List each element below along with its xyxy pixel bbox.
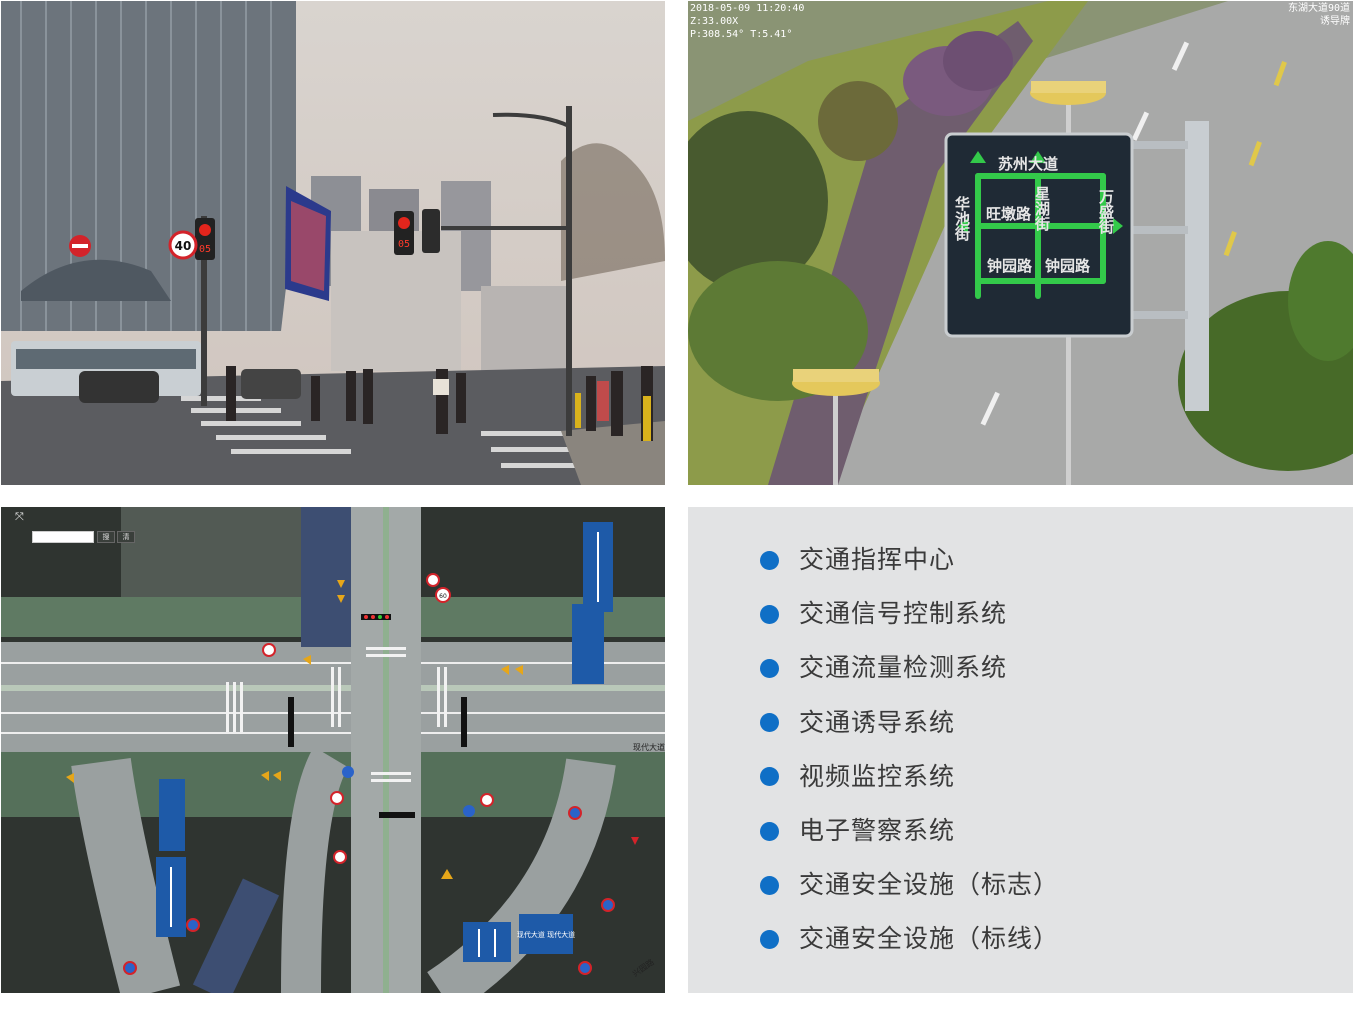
- bullet-icon: [760, 767, 779, 787]
- list-item: 交通诱导系统: [760, 694, 1059, 748]
- bullet-icon: [760, 713, 779, 733]
- vms-bottom-left-road: 钟园路: [987, 257, 1033, 275]
- bullet-icon: [760, 821, 779, 841]
- vms-bottom-right-road: 钟园路: [1045, 257, 1091, 275]
- camera-ptz: P:308.54° T:5.41°: [690, 29, 792, 40]
- bullet-icon: [760, 875, 779, 895]
- system-label: 交通诱导系统: [799, 707, 956, 737]
- vms-left-road: 华池街: [953, 195, 971, 242]
- bullet-icon: [760, 550, 779, 570]
- expand-icon[interactable]: ⤧: [15, 511, 27, 523]
- traffic-systems-panel: 交通指挥中心 交通信号控制系统 交通流量检测系统 交通诱导系统 视频监控系统 电…: [688, 507, 1353, 993]
- map-speed-sign: 60: [439, 593, 447, 600]
- camera-location-2: 诱导牌: [1320, 14, 1350, 27]
- bullet-icon: [760, 604, 779, 624]
- system-label: 交通流量检测系统: [799, 653, 1008, 683]
- vms-mid-road: 星湖街: [1033, 186, 1051, 232]
- list-item: 交通指挥中心: [760, 531, 1059, 585]
- intersection-simulation-map[interactable]: 现代大道 现代大道 60 现代大道 兴园路 ⤧ 搜 清: [1, 507, 665, 993]
- vms-center-road: 旺墩路: [986, 205, 1032, 223]
- system-label: 交通安全设施（标线）: [799, 924, 1060, 954]
- list-item: 视频监控系统: [760, 748, 1059, 802]
- camera-zoom: Z:33.00X: [690, 16, 738, 27]
- list-item: 交通流量检测系统: [760, 639, 1059, 693]
- list-item: 交通安全设施（标线）: [760, 910, 1059, 964]
- vms-top-road: 苏州大道: [998, 155, 1058, 173]
- list-item: 交通安全设施（标志）: [760, 856, 1059, 910]
- system-label: 视频监控系统: [799, 761, 956, 791]
- vms-right-road: 万盛街: [1097, 189, 1115, 235]
- guide-sign-text: 现代大道 现代大道: [517, 930, 575, 939]
- guidance-sign-camera-view: 苏州大道 华池街 旺墩路 星湖街 万盛街 钟园路 钟园路 2018-05-09 …: [688, 1, 1353, 485]
- list-item: 交通信号控制系统: [760, 585, 1059, 639]
- systems-list: 交通指挥中心 交通信号控制系统 交通流量检测系统 交通诱导系统 视频监控系统 电…: [760, 531, 1059, 965]
- road-label-east: 现代大道: [633, 742, 665, 752]
- map-search-button[interactable]: 搜: [97, 531, 115, 543]
- bullet-icon: [760, 929, 779, 949]
- camera-location: 东湖大道90道: [1288, 1, 1350, 14]
- bullet-icon: [760, 658, 779, 678]
- map-clear-button[interactable]: 清: [117, 531, 135, 543]
- street-crossing-photo: 05 05 40: [1, 1, 665, 485]
- system-label: 交通信号控制系统: [799, 599, 1008, 629]
- system-label: 电子警察系统: [799, 816, 956, 846]
- signal-countdown-1: 05: [199, 244, 211, 255]
- map-search-input[interactable]: [32, 531, 94, 543]
- system-label: 交通安全设施（标志）: [799, 870, 1060, 900]
- speed-limit-sign: 40: [175, 239, 192, 253]
- list-item: 电子警察系统: [760, 802, 1059, 856]
- system-label: 交通指挥中心: [799, 545, 956, 575]
- camera-timestamp: 2018-05-09 11:20:40: [690, 3, 804, 14]
- signal-countdown-2: 05: [398, 239, 410, 250]
